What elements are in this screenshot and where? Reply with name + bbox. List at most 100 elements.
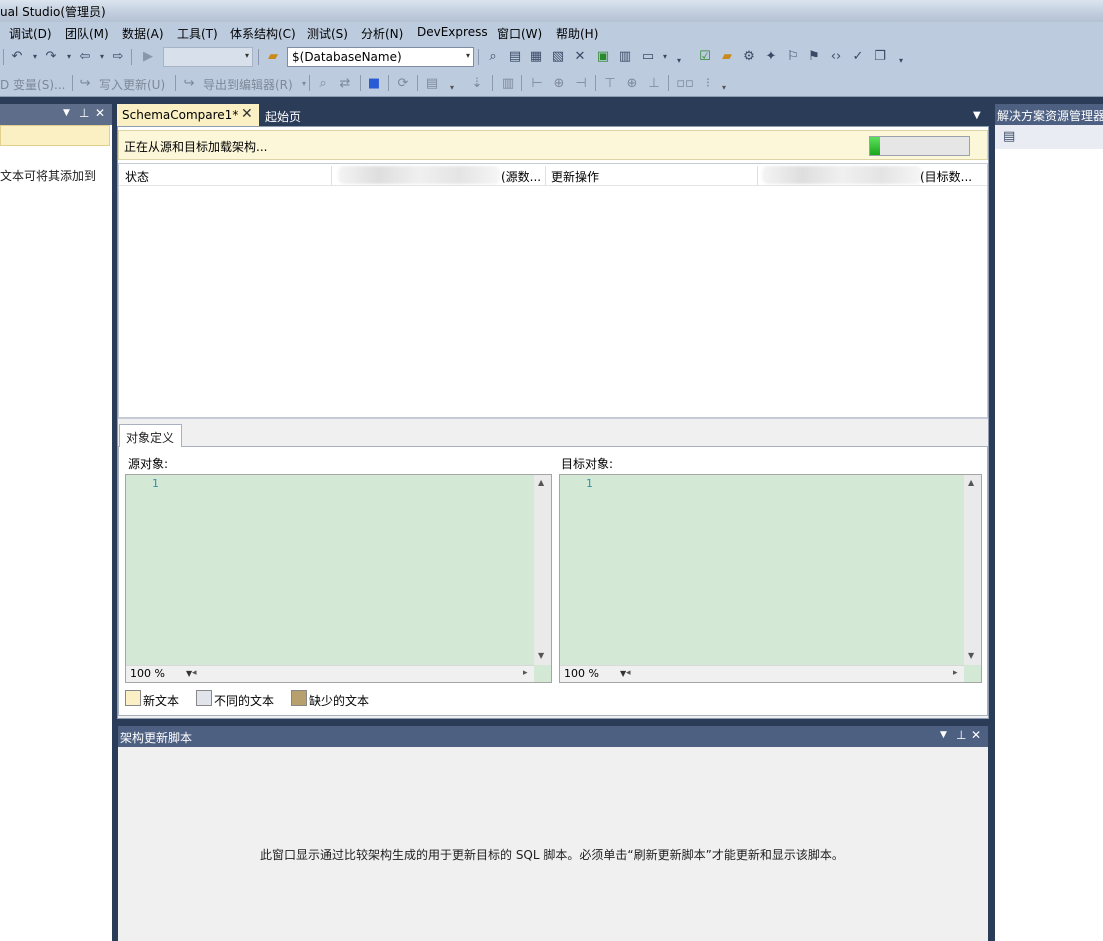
find-icon[interactable]: ⌕ — [485, 49, 501, 65]
menu-architecture[interactable]: 体系结构(C) — [230, 25, 296, 42]
close-icon[interactable]: ✕ — [241, 106, 253, 122]
database-name-combo[interactable]: $(DatabaseName) ▾ — [287, 47, 474, 67]
column-divider[interactable] — [545, 166, 546, 186]
menu-devexpress[interactable]: DevExpress — [417, 25, 488, 39]
column-header-target[interactable]: (目标数... — [920, 168, 972, 185]
align-center-icon[interactable]: ⊕ — [551, 76, 567, 92]
menu-debug[interactable]: 调试(D) — [9, 25, 52, 42]
command-window-icon[interactable]: ▭ — [640, 49, 656, 65]
object-browser-icon[interactable]: ▦ — [528, 49, 544, 65]
scroll-down-icon[interactable]: ▼ — [538, 651, 544, 660]
align-left-icon[interactable]: ⊢ — [529, 76, 545, 92]
left-panel-info-bar — [0, 125, 110, 146]
redacted-source-name — [338, 166, 500, 184]
open-folder-icon[interactable]: ▰ — [265, 49, 281, 65]
column-header-source[interactable]: (源数... — [501, 168, 541, 185]
redo-dropdown-icon[interactable]: ▾ — [61, 49, 77, 65]
menu-team[interactable]: 团队(M) — [65, 25, 109, 42]
toolbar-overflow-icon[interactable]: ▾ — [671, 53, 687, 69]
navigate-backward-icon[interactable]: ⇦ — [77, 49, 93, 65]
scroll-down-icon[interactable]: ▼ — [968, 651, 974, 660]
menu-help[interactable]: 帮助(H) — [556, 25, 598, 42]
vertical-scrollbar[interactable]: ▲ ▼ — [534, 475, 551, 665]
close-icon[interactable]: ✕ — [971, 728, 981, 742]
refresh-icon[interactable]: ⟳ — [395, 76, 411, 92]
pin-icon[interactable]: ⊥ — [79, 106, 89, 120]
chevron-down-icon[interactable]: ▼ — [63, 108, 70, 118]
filter-icon[interactable]: ⌕ — [315, 76, 331, 92]
schema-icon[interactable]: ⚙ — [741, 49, 757, 65]
scroll-left-icon[interactable]: ◂ — [626, 668, 631, 678]
results-grid[interactable] — [118, 163, 988, 418]
column-header-status[interactable]: 状态 — [125, 168, 149, 185]
undo-dropdown-icon[interactable]: ▾ — [27, 49, 43, 65]
source-object-editor[interactable]: 1 ▲ ▼ 100 % ▼ ◂ ▸ — [125, 474, 552, 683]
align-right-icon[interactable]: ⊣ — [573, 76, 589, 92]
bookmark-next-icon[interactable]: ⚑ — [806, 49, 822, 65]
navigate-forward-icon[interactable]: ⇨ — [110, 49, 126, 65]
menu-analyze[interactable]: 分析(N) — [361, 25, 403, 42]
properties-icon[interactable]: ▤ — [507, 49, 523, 65]
variables-button[interactable]: D 变量(S)... — [0, 76, 65, 93]
properties-icon[interactable]: ▤ — [1003, 129, 1015, 144]
tab-object-definition[interactable]: 对象定义 — [119, 424, 182, 447]
menu-window[interactable]: 窗口(W) — [497, 25, 542, 42]
zoom-combo[interactable]: 100 % — [130, 667, 165, 680]
zoom-combo[interactable]: 100 % — [564, 667, 599, 680]
solution-config-combo[interactable]: ▾ — [163, 47, 253, 67]
scroll-right-icon[interactable]: ▸ — [953, 668, 958, 678]
target-object-editor[interactable]: 1 ▲ ▼ 100 % ▼ ◂ ▸ — [559, 474, 982, 683]
navigate-dropdown-icon[interactable]: ▾ — [94, 49, 110, 65]
spellcheck-icon[interactable]: ✓ — [850, 49, 866, 65]
toolbar-overflow-icon[interactable]: ▾ — [893, 53, 909, 69]
chevron-down-icon[interactable]: ▼ — [940, 730, 947, 740]
copy-icon[interactable]: ❐ — [872, 49, 888, 65]
snippet-icon[interactable]: ‹› — [828, 49, 844, 65]
undo-icon[interactable]: ↶ — [9, 49, 25, 65]
vertical-scrollbar[interactable]: ▲ ▼ — [964, 475, 981, 665]
start-debug-icon[interactable]: ▶ — [140, 49, 156, 65]
toolbar-overflow-icon[interactable]: ▾ — [444, 80, 460, 96]
bookmark-icon[interactable]: ⚐ — [785, 49, 801, 65]
legend-swatch-new-text — [125, 690, 141, 706]
menu-tools[interactable]: 工具(T) — [177, 25, 218, 42]
chart-icon[interactable]: ▥ — [617, 49, 633, 65]
menu-test[interactable]: 测试(S) — [307, 25, 348, 42]
column-divider[interactable] — [757, 166, 758, 186]
tab-schemacompare[interactable]: SchemaCompare1* ✕ — [117, 104, 259, 126]
export-to-editor-button[interactable]: 导出到编辑器(R) — [203, 76, 293, 93]
folder-icon[interactable]: ▰ — [719, 49, 735, 65]
script-icon[interactable]: ▥ — [500, 76, 516, 92]
options-icon[interactable]: ▤ — [424, 76, 440, 92]
sync-icon[interactable]: ⇄ — [337, 76, 353, 92]
column-header-update-action[interactable]: 更新操作 — [551, 168, 599, 185]
align-bottom-icon[interactable]: ⊥ — [646, 76, 662, 92]
stop-icon[interactable]: ■ — [366, 76, 382, 92]
toolbar-overflow-icon[interactable]: ▾ — [716, 80, 732, 96]
checklist-icon[interactable]: ☑ — [697, 49, 713, 65]
align-top-icon[interactable]: ⊤ — [602, 76, 618, 92]
toolbar-separator — [131, 49, 132, 65]
tab-label: SchemaCompare1* — [122, 108, 239, 122]
wand-icon[interactable]: ✦ — [763, 49, 779, 65]
vertical-spacing-icon[interactable]: ⁝ — [700, 76, 716, 92]
tools-icon[interactable]: ✕ — [572, 49, 588, 65]
close-icon[interactable]: ✕ — [95, 106, 105, 120]
scroll-up-icon[interactable]: ▲ — [968, 478, 974, 487]
align-middle-icon[interactable]: ⊕ — [624, 76, 640, 92]
next-change-icon[interactable]: ⇣ — [469, 76, 485, 92]
tab-list-dropdown-icon[interactable]: ▼ — [973, 110, 981, 121]
redo-icon[interactable]: ↷ — [43, 49, 59, 65]
pin-icon[interactable]: ⊥ — [956, 728, 966, 742]
column-divider[interactable] — [331, 166, 332, 186]
horizontal-spacing-icon[interactable]: ▫▫ — [675, 76, 695, 92]
legend-swatch-missing-text — [291, 690, 307, 706]
toolbox-icon[interactable]: ▧ — [550, 49, 566, 65]
scroll-left-icon[interactable]: ◂ — [192, 668, 197, 678]
menu-data[interactable]: 数据(A) — [122, 25, 164, 42]
import-icon[interactable]: ▣ — [595, 49, 611, 65]
loading-status-text: 正在从源和目标加载架构... — [124, 140, 268, 154]
write-updates-button[interactable]: 写入更新(U) — [99, 76, 165, 93]
scroll-right-icon[interactable]: ▸ — [523, 668, 528, 678]
scroll-up-icon[interactable]: ▲ — [538, 478, 544, 487]
